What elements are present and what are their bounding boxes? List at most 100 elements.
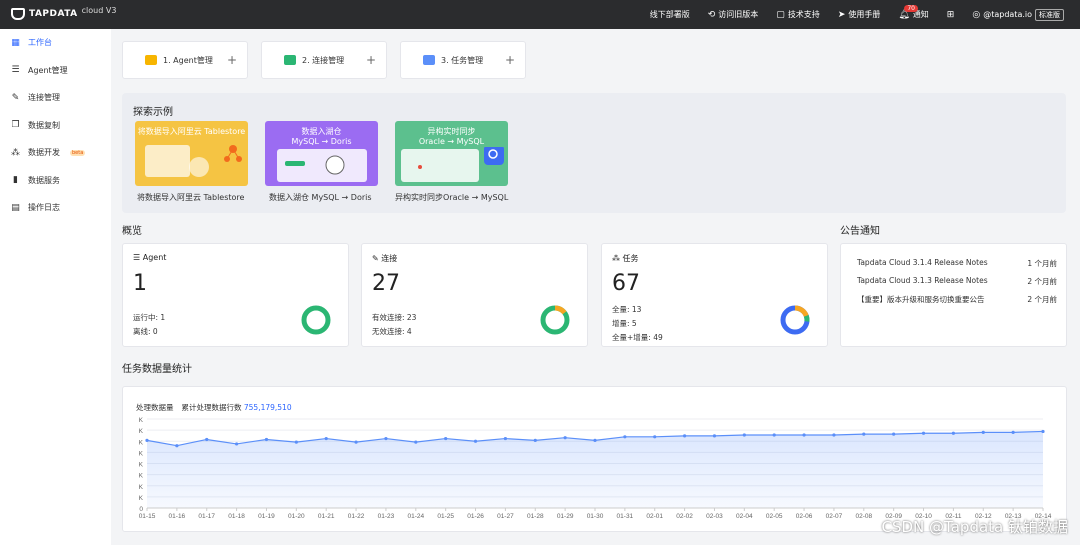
x-tick-label: 01-30: [587, 513, 604, 520]
agent-icon: [145, 55, 157, 65]
top-bar: TAPDATA cloud V3 线下部署版 ⟲ 访问旧版本 ▢ 技术支持 ➤ 使用手…: [0, 0, 1080, 29]
notification-link[interactable]: 🔔︎ 70 通知: [898, 5, 929, 20]
data-point[interactable]: [324, 436, 328, 441]
support-link[interactable]: ▢ 技术支持: [776, 9, 820, 20]
main-content: 1. Agent管理 + 2. 连接管理 + 3. 任务管理 + 探索示例 将数…: [111, 29, 1080, 545]
data-point[interactable]: [384, 436, 388, 441]
data-point[interactable]: [1011, 430, 1015, 434]
x-tick-label: 02-06: [796, 513, 813, 520]
notice-item[interactable]: 【重要】版本升级和服务切换重要公告 2 个月前: [857, 294, 1057, 305]
data-point[interactable]: [205, 437, 209, 442]
data-point[interactable]: [623, 435, 627, 439]
data-point[interactable]: [473, 439, 478, 443]
data-point[interactable]: [742, 433, 746, 437]
quick-agent-card[interactable]: 1. Agent管理 +: [122, 41, 248, 79]
card-number: 1: [133, 271, 147, 296]
card-line: 运行中: 1: [133, 313, 166, 322]
data-point[interactable]: [414, 440, 418, 444]
data-point[interactable]: [712, 434, 717, 438]
x-tick-label: 01-18: [228, 513, 245, 520]
example-card-doris[interactable]: 数据入湖仓 MySQL → Doris: [265, 121, 378, 186]
data-point[interactable]: [235, 442, 239, 446]
notice-text: 【重要】版本升级和服务切换重要公告: [857, 295, 985, 304]
y-tick-label: K: [139, 428, 144, 435]
offline-deploy-label: 线下部署版: [649, 10, 690, 19]
data-point[interactable]: [683, 434, 687, 438]
log-icon: ▤: [11, 202, 20, 213]
card-lines: 有效连接: 23 无效连接: 4: [372, 311, 416, 339]
support-label: 技术支持: [787, 10, 820, 19]
series-area: [147, 431, 1043, 508]
example-caption[interactable]: 将数据导入阿里云 Tablestore: [137, 192, 244, 203]
y-tick-label: K: [139, 473, 144, 480]
sidebar-item-connections[interactable]: ✎ 连接管理: [0, 84, 111, 112]
sidebar-item-label: 操作日志: [28, 203, 60, 213]
card-head-label: 连接: [381, 254, 398, 263]
plus-icon[interactable]: +: [366, 53, 376, 67]
x-tick-label: 01-26: [467, 513, 484, 520]
data-point[interactable]: [892, 432, 896, 436]
manual-link[interactable]: ➤ 使用手册: [838, 9, 881, 20]
offline-deploy-link[interactable]: 线下部署版: [650, 9, 690, 20]
sidebar-item-replication[interactable]: ❐ 数据复制: [0, 112, 111, 140]
sidebar-item-agent[interactable]: ☰ Agent管理: [0, 57, 111, 85]
card-lines: 全量: 13 增量: 5 全量+增量: 49: [612, 303, 663, 345]
data-point[interactable]: [533, 438, 537, 442]
card-head-label: 任务: [622, 254, 639, 263]
sidebar-item-data-service[interactable]: ▮ 数据服务: [0, 167, 111, 195]
data-point[interactable]: [1041, 429, 1045, 434]
example-caption[interactable]: 数据入湖仓 MySQL → Doris: [269, 192, 372, 203]
data-point[interactable]: [354, 440, 358, 444]
sidebar-item-workbench[interactable]: ▦ 工作台: [0, 29, 111, 57]
sidebar-item-logs[interactable]: ▤ 操作日志: [0, 194, 111, 222]
data-point[interactable]: [444, 436, 448, 441]
old-version-link[interactable]: ⟲ 访问旧版本: [708, 9, 759, 20]
data-point[interactable]: [294, 440, 298, 444]
list-icon: ☰: [133, 253, 143, 262]
quick-connection-card[interactable]: 2. 连接管理 +: [261, 41, 387, 79]
data-point[interactable]: [981, 430, 985, 434]
data-point[interactable]: [653, 435, 657, 439]
notice-item[interactable]: Tapdata Cloud 3.1.3 Release Notes 2 个月前: [857, 276, 1057, 287]
y-tick-label: K: [139, 495, 144, 502]
card-line: 离线: 0: [133, 327, 158, 336]
data-point[interactable]: [772, 433, 776, 437]
quick-task-card[interactable]: 3. 任务管理 +: [400, 41, 526, 79]
language-button[interactable]: ⊞: [947, 10, 955, 20]
example-card-oracle[interactable]: 异构实时同步 Oracle → MySQL: [395, 121, 508, 186]
y-tick-label: K: [139, 450, 144, 457]
data-point[interactable]: [951, 431, 956, 435]
plus-icon[interactable]: +: [505, 53, 515, 67]
x-tick-label: 01-20: [288, 513, 305, 520]
logo[interactable]: TAPDATA cloud V3: [11, 5, 117, 20]
x-tick-label: 01-16: [169, 513, 186, 520]
notice-item[interactable]: Tapdata Cloud 3.1.4 Release Notes 1 个月前: [857, 258, 1057, 269]
x-tick-label: 02-08: [855, 513, 872, 520]
overview-card-agent[interactable]: ☰ Agent 1 运行中: 1 离线: 0: [122, 243, 349, 347]
sidebar-item-development[interactable]: ⁂ 数据开发 beta: [0, 139, 111, 167]
data-point[interactable]: [921, 431, 926, 435]
plus-icon[interactable]: +: [227, 53, 237, 67]
data-point[interactable]: [593, 438, 597, 442]
x-tick-label: 02-04: [736, 513, 753, 520]
data-point[interactable]: [175, 444, 179, 448]
data-point[interactable]: [563, 436, 567, 440]
card-head-label: Agent: [142, 253, 167, 262]
link-icon: ✎: [11, 92, 20, 103]
card-line: 有效连接: 23: [372, 313, 417, 322]
example-caption[interactable]: 异构实时同步Oracle → MySQL: [395, 192, 508, 203]
overview-card-task[interactable]: ⁂ 任务 67 全量: 13 增量: 5 全量+增量: 49: [601, 243, 828, 347]
card-head: ⁂ 任务: [612, 253, 639, 264]
data-point[interactable]: [145, 438, 149, 442]
data-point[interactable]: [802, 433, 806, 437]
data-point[interactable]: [264, 437, 269, 442]
user-menu[interactable]: ◎ @tapdata.io 标准版: [972, 8, 1064, 21]
product-name: cloud V3: [81, 5, 117, 15]
data-point[interactable]: [503, 436, 507, 441]
example-title: 数据入湖仓 MySQL → Doris: [291, 127, 352, 146]
overview-card-connection[interactable]: ✎ 连接 27 有效连接: 23 无效连接: 4: [361, 243, 588, 347]
x-tick-label: 02-05: [766, 513, 783, 520]
data-point[interactable]: [862, 432, 866, 436]
example-card-tablestore[interactable]: 将数据导入阿里云 Tablestore: [135, 121, 248, 186]
data-point[interactable]: [832, 433, 836, 437]
